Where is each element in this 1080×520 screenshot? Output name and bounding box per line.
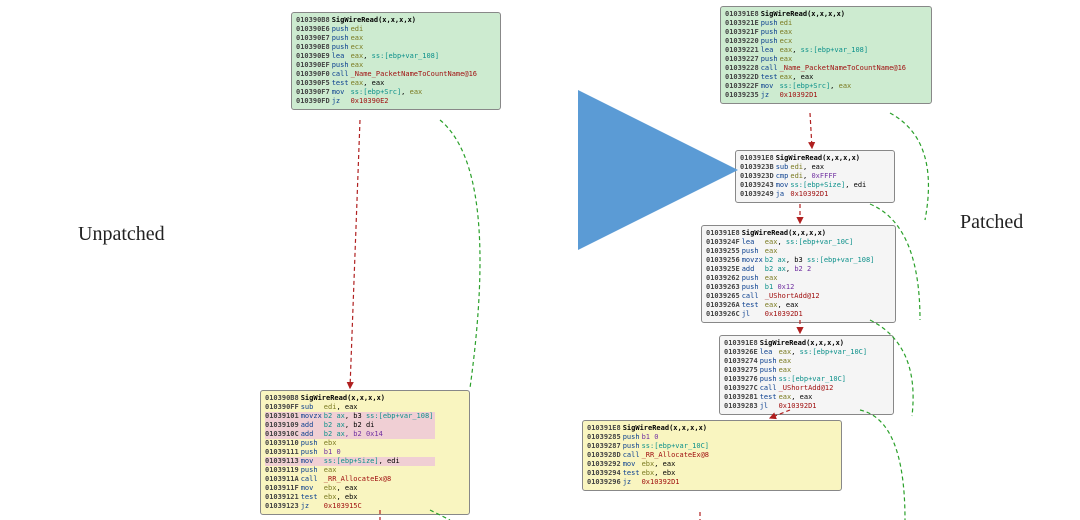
arrow-r-4g (860, 410, 905, 520)
arrow-r-1 (810, 113, 812, 148)
cfg-block-left-1: 010390B8SigWireRead(x,x,x,x)010390E6push… (291, 12, 501, 110)
cfg-block-right-4: 010391E8SigWireRead(x,x,x,x)0103926Eleae… (719, 335, 894, 415)
label-unpatched: Unpatched (78, 223, 165, 246)
cfg-block-left-2: 010390B8SigWireRead(x,x,x,x)010390FFsube… (260, 390, 470, 515)
cfg-block-right-3: 010391E8SigWireRead(x,x,x,x)0103924Fleae… (701, 225, 896, 323)
cfg-block-right-5: 010391E8SigWireRead(x,x,x,x)01039285push… (582, 420, 842, 491)
cfg-block-right-2: 010391E8SigWireRead(x,x,x,x)0103923Bsube… (735, 150, 895, 203)
arrow-r-1g (890, 113, 928, 220)
label-patched: Patched (960, 211, 1040, 234)
arrow-left-main (350, 120, 360, 388)
cfg-block-right-1: 010391E8SigWireRead(x,x,x,x)0103921Epush… (720, 6, 932, 104)
arrow-left-branch (440, 120, 480, 388)
